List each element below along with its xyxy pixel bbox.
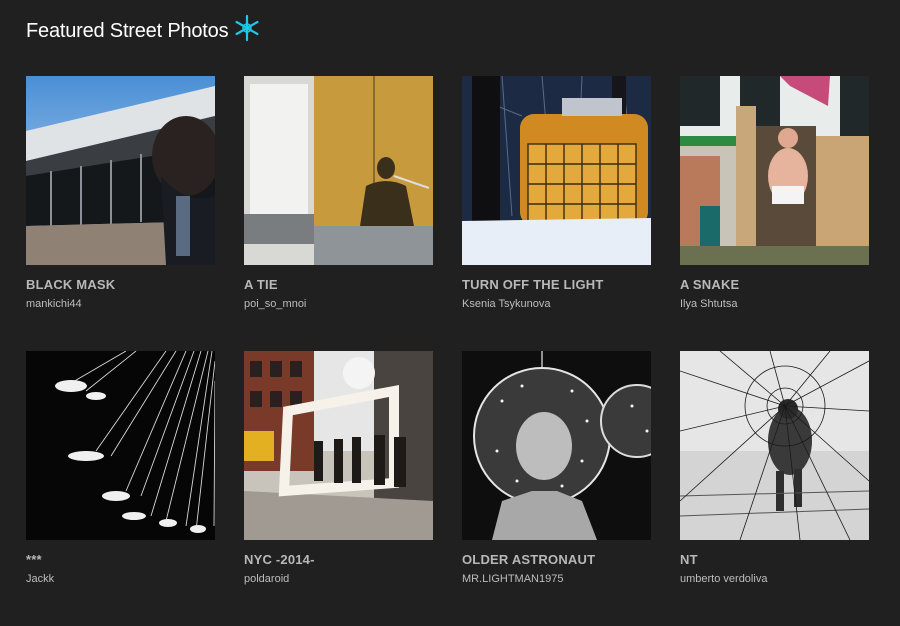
photo-card[interactable]: A TIE poi_so_mnoi <box>244 76 433 351</box>
photo-title[interactable]: NYC -2014- <box>244 552 433 567</box>
photo-thumbnail[interactable] <box>244 76 433 265</box>
photo-card[interactable]: A SNAKE Ilya Shtutsa <box>680 76 869 351</box>
photo-card[interactable]: BLACK MASK mankichi44 <box>26 76 215 351</box>
photo-card[interactable]: *** Jackk <box>26 351 215 626</box>
snowflake-asterisk-icon[interactable] <box>232 13 262 43</box>
photo-card[interactable]: NYC -2014- poldaroid <box>244 351 433 626</box>
page-header: Featured Street Photos <box>26 12 262 50</box>
photo-title[interactable]: OLDER ASTRONAUT <box>462 552 651 567</box>
photo-thumbnail[interactable] <box>462 76 651 265</box>
photo-author[interactable]: MR.LIGHTMAN1975 <box>462 573 651 585</box>
photo-thumbnail[interactable] <box>680 76 869 265</box>
photo-thumbnail[interactable] <box>244 351 433 540</box>
photo-card[interactable]: OLDER ASTRONAUT MR.LIGHTMAN1975 <box>462 351 651 626</box>
photo-title[interactable]: TURN OFF THE LIGHT <box>462 277 651 292</box>
photo-card[interactable]: NT umberto verdoliva <box>680 351 869 626</box>
photo-title[interactable]: *** <box>26 552 215 567</box>
photo-author[interactable]: poldaroid <box>244 573 433 585</box>
photo-title[interactable]: A TIE <box>244 277 433 292</box>
photo-author[interactable]: Jackk <box>26 573 215 585</box>
photo-thumbnail[interactable] <box>26 76 215 265</box>
photo-thumbnail[interactable] <box>680 351 869 540</box>
photo-card[interactable]: TURN OFF THE LIGHT Ksenia Tsykunova <box>462 76 651 351</box>
page-title: Featured Street Photos <box>26 20 229 42</box>
photo-title[interactable]: BLACK MASK <box>26 277 215 292</box>
photo-author[interactable]: mankichi44 <box>26 298 215 310</box>
photo-author[interactable]: Ilya Shtutsa <box>680 298 869 310</box>
photo-title[interactable]: NT <box>680 552 869 567</box>
photo-author[interactable]: poi_so_mnoi <box>244 298 433 310</box>
photo-title[interactable]: A SNAKE <box>680 277 869 292</box>
photo-grid: BLACK MASK mankichi44 A TIE poi_so_mnoi <box>26 76 869 626</box>
photo-author[interactable]: umberto verdoliva <box>680 573 869 585</box>
photo-thumbnail[interactable] <box>26 351 215 540</box>
photo-thumbnail[interactable] <box>462 351 651 540</box>
photo-author[interactable]: Ksenia Tsykunova <box>462 298 651 310</box>
